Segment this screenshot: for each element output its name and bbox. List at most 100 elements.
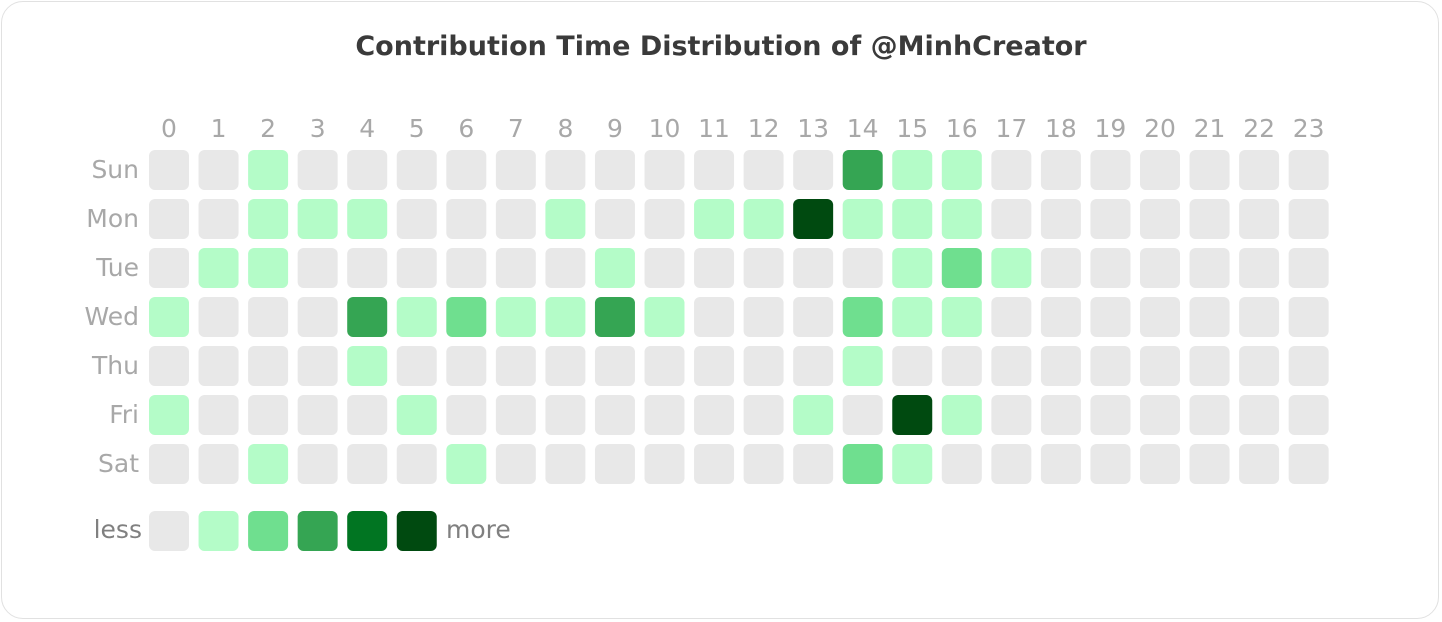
heatmap-cell: Wed 11: level 0 [694, 297, 735, 337]
heatmap-cell: Thu 14: level 1 [842, 346, 883, 386]
heatmap-cell: Thu 6: level 0 [446, 346, 487, 386]
heatmap-cell: Mon 11: level 1 [694, 199, 735, 239]
hour-label: 14 [847, 114, 879, 143]
heatmap-cell: Sat 3: level 0 [297, 444, 338, 484]
heatmap-cell: Sat 17: level 0 [991, 444, 1032, 484]
heatmap-cell: Tue 5: level 0 [396, 248, 437, 288]
hour-label: 20 [1144, 114, 1176, 143]
day-label: Sat [98, 449, 139, 478]
heatmap-cell: Tue 23: level 0 [1288, 248, 1329, 288]
heatmap-cell: Fri 21: level 0 [1189, 395, 1230, 435]
heatmap-cell: Mon 9: level 0 [594, 199, 635, 239]
hour-label: 21 [1194, 114, 1226, 143]
heatmap-cell: Sat 15: level 1 [892, 444, 933, 484]
heatmap-cell: Sun 21: level 0 [1189, 150, 1230, 190]
heatmap-cell: Mon 21: level 0 [1189, 199, 1230, 239]
hour-axis: 0 1 2 3 4 5 6 7 8 9 10 11 12 13 14 15 16 17 18 19 20 21 22 23 [161, 114, 1325, 143]
heatmap-cell: Sun 5: level 0 [396, 150, 437, 190]
heatmap-cell: Thu 17: level 0 [991, 346, 1032, 386]
heatmap-cell: Wed 3: level 0 [297, 297, 338, 337]
heatmap-cell: Tue 0: level 0 [149, 248, 189, 288]
legend-swatch [198, 511, 239, 551]
hour-label: 19 [1095, 114, 1127, 143]
heatmap-cell: Tue 13: level 0 [793, 248, 834, 288]
heatmap-cell: Thu 4: level 1 [347, 346, 388, 386]
heatmap-cell: Wed 6: level 2 [446, 297, 487, 337]
heatmap-cell: Wed 18: level 0 [1040, 297, 1081, 337]
heatmap-cell: Sat 20: level 0 [1140, 444, 1180, 484]
heatmap-cell: Thu 21: level 0 [1189, 346, 1230, 386]
heatmap-cell: Mon 3: level 1 [297, 199, 338, 239]
heatmap-cell: Sun 11: level 0 [694, 150, 735, 190]
heatmap-cell: Mon 4: level 1 [347, 199, 388, 239]
heatmap-cell: Mon 17: level 0 [991, 199, 1032, 239]
heatmap-cell: Sat 18: level 0 [1040, 444, 1081, 484]
hour-label: 7 [508, 114, 524, 143]
legend-swatch [347, 511, 388, 551]
heatmap-cell: Wed 5: level 1 [396, 297, 437, 337]
heatmap-cell: Sat 7: level 0 [495, 444, 536, 484]
heatmap-cell: Sat 1: level 0 [198, 444, 239, 484]
heatmap-cell: Mon 12: level 1 [743, 199, 784, 239]
hour-label: 2 [260, 114, 276, 143]
heatmap-cell: Fri 3: level 0 [297, 395, 338, 435]
heatmap-cell: Fri 1: level 0 [198, 395, 239, 435]
heatmap-cell: Wed 1: level 0 [198, 297, 239, 337]
heatmap-cell: Sat 22: level 0 [1239, 444, 1280, 484]
day-axis: Sun Mon Tue Wed Thu Fri Sat [84, 155, 139, 478]
day-label: Wed [84, 302, 139, 331]
heatmap-cell: Fri 0: level 1 [149, 395, 189, 435]
heatmap-cell: Sat 23: level 0 [1288, 444, 1329, 484]
heatmap-cell: Wed 19: level 0 [1090, 297, 1131, 337]
heatmap-cell: Tue 16: level 2 [941, 248, 982, 288]
heatmap-cell: Sun 2: level 1 [248, 150, 289, 190]
heatmap-cell: Fri 5: level 1 [396, 395, 437, 435]
heatmap-cell: Mon 20: level 0 [1140, 199, 1180, 239]
heatmap-cell: Thu 16: level 0 [941, 346, 982, 386]
heatmap-cell: Thu 12: level 0 [743, 346, 784, 386]
legend-swatches [149, 511, 437, 551]
heatmap-cell: Fri 14: level 0 [842, 395, 883, 435]
heatmap-cell: Wed 12: level 0 [743, 297, 784, 337]
heatmap-cell: Mon 5: level 0 [396, 199, 437, 239]
heatmap-cell: Tue 19: level 0 [1090, 248, 1131, 288]
heatmap-cell: Fri 4: level 0 [347, 395, 388, 435]
heatmap-cell: Tue 21: level 0 [1189, 248, 1230, 288]
heatmap-cell: Tue 1: level 1 [198, 248, 239, 288]
day-label: Mon [86, 204, 139, 233]
heatmap-cell: Sat 16: level 0 [941, 444, 982, 484]
heatmap-cell: Thu 9: level 0 [594, 346, 635, 386]
heatmap-cell: Wed 14: level 2 [842, 297, 883, 337]
heatmap-cell: Mon 2: level 1 [248, 199, 289, 239]
hour-label: 8 [557, 114, 573, 143]
heatmap-cell: Mon 7: level 0 [495, 199, 536, 239]
heatmap-cell: Mon 23: level 0 [1288, 199, 1329, 239]
heatmap-cell: Wed 17: level 0 [991, 297, 1032, 337]
heatmap-cell: Fri 7: level 0 [495, 395, 536, 435]
heatmap-cell: Fri 11: level 0 [694, 395, 735, 435]
heatmap-cell: Thu 2: level 0 [248, 346, 289, 386]
legend-swatch [297, 511, 338, 551]
heatmap-cell: Mon 22: level 0 [1239, 199, 1280, 239]
heatmap-cell: Tue 2: level 1 [248, 248, 289, 288]
heatmap-cell: Wed 9: level 3 [594, 297, 635, 337]
heatmap-cell: Tue 20: level 0 [1140, 248, 1180, 288]
heatmap-cell: Sun 9: level 0 [594, 150, 635, 190]
heatmap-cell: Sat 19: level 0 [1090, 444, 1131, 484]
heatmap-cell: Sat 8: level 0 [545, 444, 586, 484]
heatmap-cell: Sun 8: level 0 [545, 150, 586, 190]
heatmap-cell: Tue 10: level 0 [644, 248, 685, 288]
hour-label: 23 [1293, 114, 1325, 143]
heatmap-cell: Tue 12: level 0 [743, 248, 784, 288]
heatmap-cell: Thu 13: level 0 [793, 346, 834, 386]
heatmap-cell: Sun 19: level 0 [1090, 150, 1131, 190]
heatmap-cell: Thu 22: level 0 [1239, 346, 1280, 386]
heatmap-cell: Mon 16: level 1 [941, 199, 982, 239]
heatmap-cell: Fri 2: level 0 [248, 395, 289, 435]
hour-label: 1 [211, 114, 227, 143]
heatmap-cell: Sun 6: level 0 [446, 150, 487, 190]
heatmap-cell: Wed 0: level 1 [149, 297, 189, 337]
heatmap-cell: Sun 14: level 3 [842, 150, 883, 190]
heatmap-cell: Wed 23: level 0 [1288, 297, 1329, 337]
heatmap-cell: Mon 13: level 5 [793, 199, 834, 239]
